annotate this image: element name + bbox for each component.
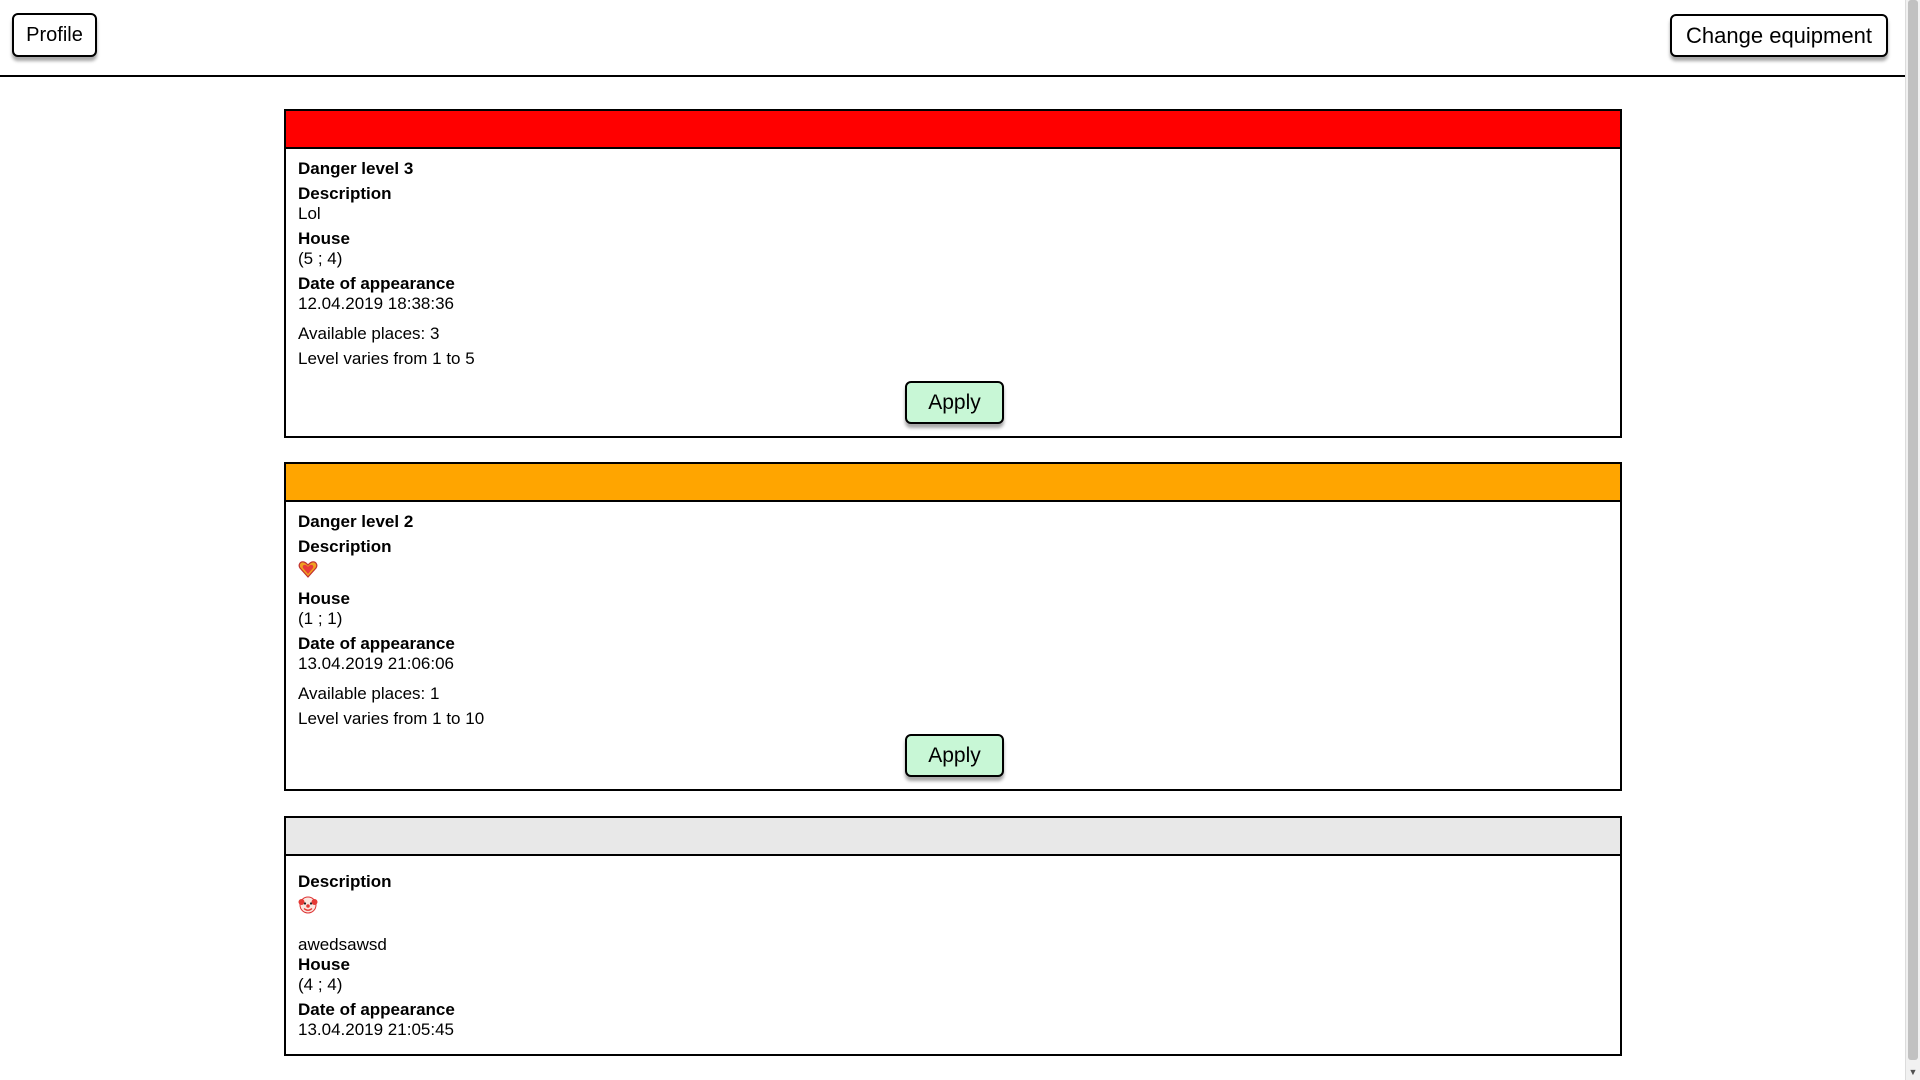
house-label: House [298,955,350,974]
description-label: Description [298,872,392,891]
incident-card: Danger level 3 Description Lol House (5 … [284,109,1622,438]
incident-card: Description awedsawsd House (4 ; 4) Date… [284,816,1622,1056]
card-body: Danger level 2 Description House (1 ; 1)… [286,502,1620,729]
description-value: Lol [298,204,321,223]
danger-color-header [286,111,1620,149]
scrollbar-thumb[interactable] [1908,0,1918,1060]
card-body: Description awedsawsd House (4 ; 4) Date… [286,856,1620,1040]
change-equipment-button[interactable]: Change equipment [1670,14,1888,57]
available-places: Available places: 3 [298,324,440,343]
available-places: Available places: 1 [298,684,440,703]
card-body: Danger level 3 Description Lol House (5 … [286,149,1620,369]
vertical-scrollbar[interactable]: ▼ [1905,0,1920,1080]
page: Profile Change equipment Danger level 3 … [0,0,1905,1080]
apply-button[interactable]: Apply [905,734,1004,777]
house-value: (5 ; 4) [298,249,343,268]
house-value: (4 ; 4) [298,975,343,994]
date-value: 13.04.2019 21:06:06 [298,654,454,673]
date-label: Date of appearance [298,1000,455,1019]
date-label: Date of appearance [298,634,455,653]
danger-level-label: Danger level 3 [298,159,414,178]
description-label: Description [298,537,392,556]
date-value: 12.04.2019 18:38:36 [298,294,454,313]
house-label: House [298,229,350,248]
house-value: (1 ; 1) [298,609,343,628]
apply-button[interactable]: Apply [905,381,1004,424]
scroll-down-arrow-icon[interactable]: ▼ [1906,1064,1920,1080]
date-value: 13.04.2019 21:05:45 [298,1020,454,1039]
date-label: Date of appearance [298,274,455,293]
heart-emoji-icon [298,559,318,579]
danger-color-header [286,818,1620,856]
description-label: Description [298,184,392,203]
top-navigation-bar: Profile Change equipment [0,0,1905,77]
description-extra-text: awedsawsd [298,935,387,954]
house-label: House [298,589,350,608]
profile-button[interactable]: Profile [12,13,97,57]
incident-card: Danger level 2 Description House (1 ; 1)… [284,462,1622,791]
level-range: Level varies from 1 to 10 [298,709,485,728]
clown-emoji-icon [298,894,318,914]
danger-level-label: Danger level 2 [298,512,414,531]
danger-color-header [286,464,1620,502]
level-range: Level varies from 1 to 5 [298,349,475,368]
